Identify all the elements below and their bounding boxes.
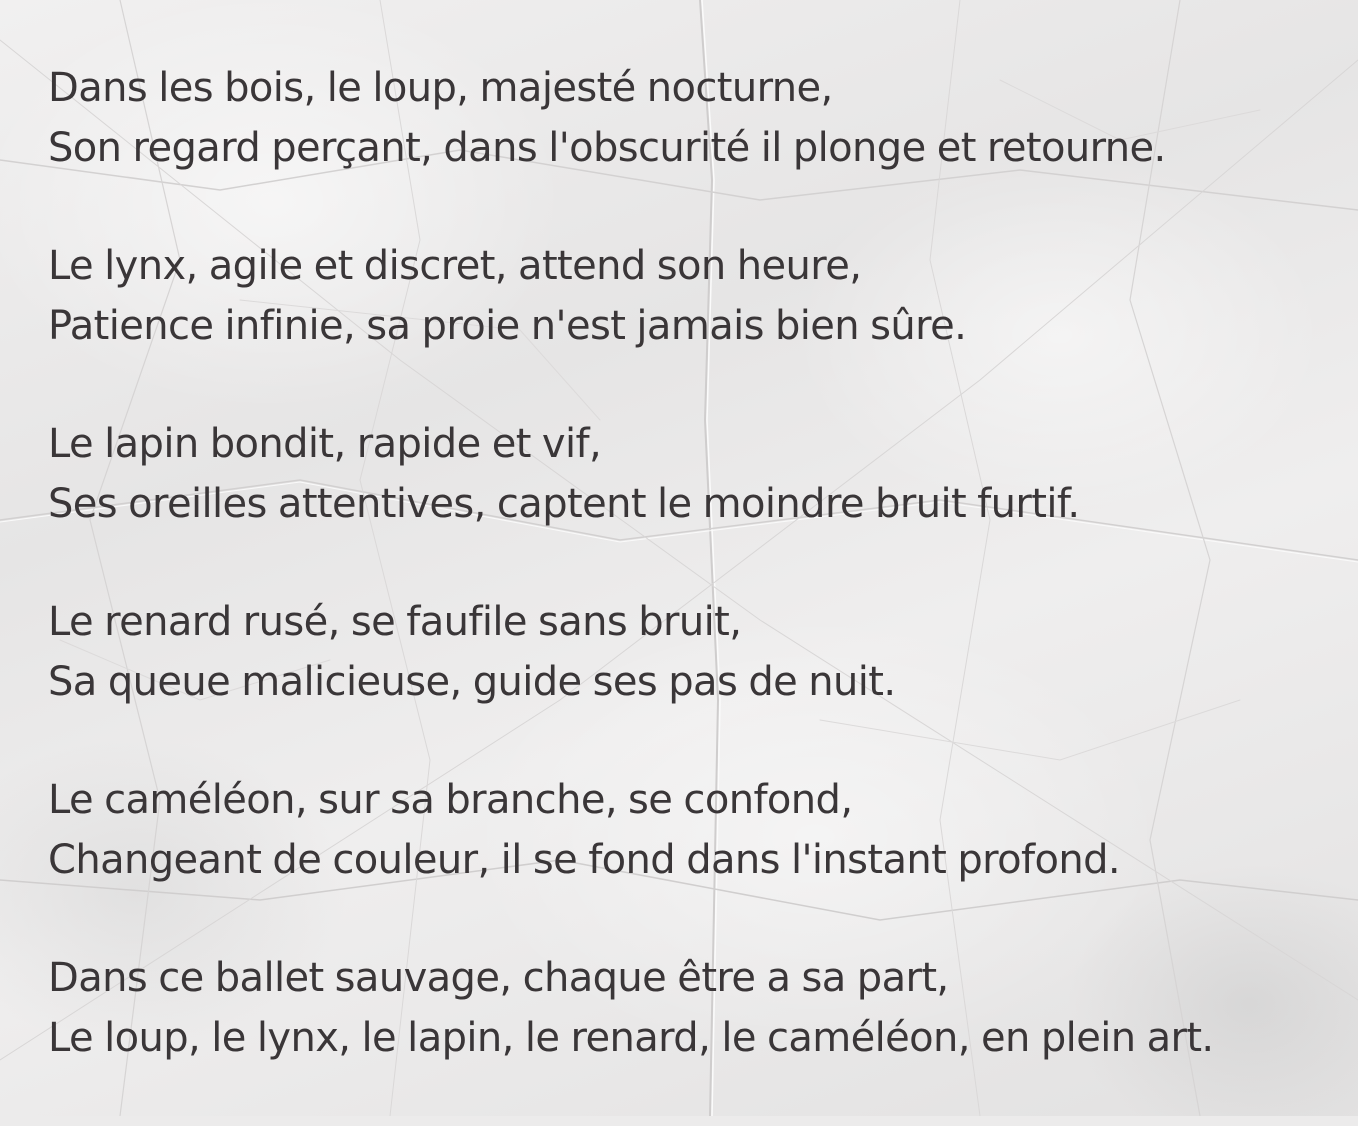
poem-line: Le caméléon, sur sa branche, se confond, (48, 777, 853, 823)
poem-line: Dans ce ballet sauvage, chaque être a sa… (48, 955, 949, 1001)
stanza-renard: Le renard rusé, se faufile sans bruit, S… (48, 592, 1338, 712)
poem-line: Le lynx, agile et discret, attend son he… (48, 243, 862, 289)
stanza-final: Dans ce ballet sauvage, chaque être a sa… (48, 948, 1338, 1068)
stanza-lynx: Le lynx, agile et discret, attend son he… (48, 236, 1338, 356)
stanza-cameleon: Le caméléon, sur sa branche, se confond,… (48, 770, 1338, 890)
poem-line: Son regard perçant, dans l'obscurité il … (48, 125, 1166, 171)
stanza-loup: Dans les bois, le loup, majesté nocturne… (48, 58, 1338, 178)
poem-line: Dans les bois, le loup, majesté nocturne… (48, 65, 833, 111)
stanza-lapin: Le lapin bondit, rapide et vif, Ses orei… (48, 414, 1338, 534)
poem-line: Ses oreilles attentives, captent le moin… (48, 481, 1080, 527)
poem-line: Le lapin bondit, rapide et vif, (48, 421, 602, 467)
poem-line: Changeant de couleur, il se fond dans l'… (48, 837, 1121, 883)
poem-line: Le loup, le lynx, le lapin, le renard, l… (48, 1015, 1214, 1061)
poem-text: Dans les bois, le loup, majesté nocturne… (48, 58, 1338, 1126)
poem-line: Le renard rusé, se faufile sans bruit, (48, 599, 742, 645)
poem-line: Patience infinie, sa proie n'est jamais … (48, 303, 967, 349)
poem-line: Sa queue malicieuse, guide ses pas de nu… (48, 659, 896, 705)
